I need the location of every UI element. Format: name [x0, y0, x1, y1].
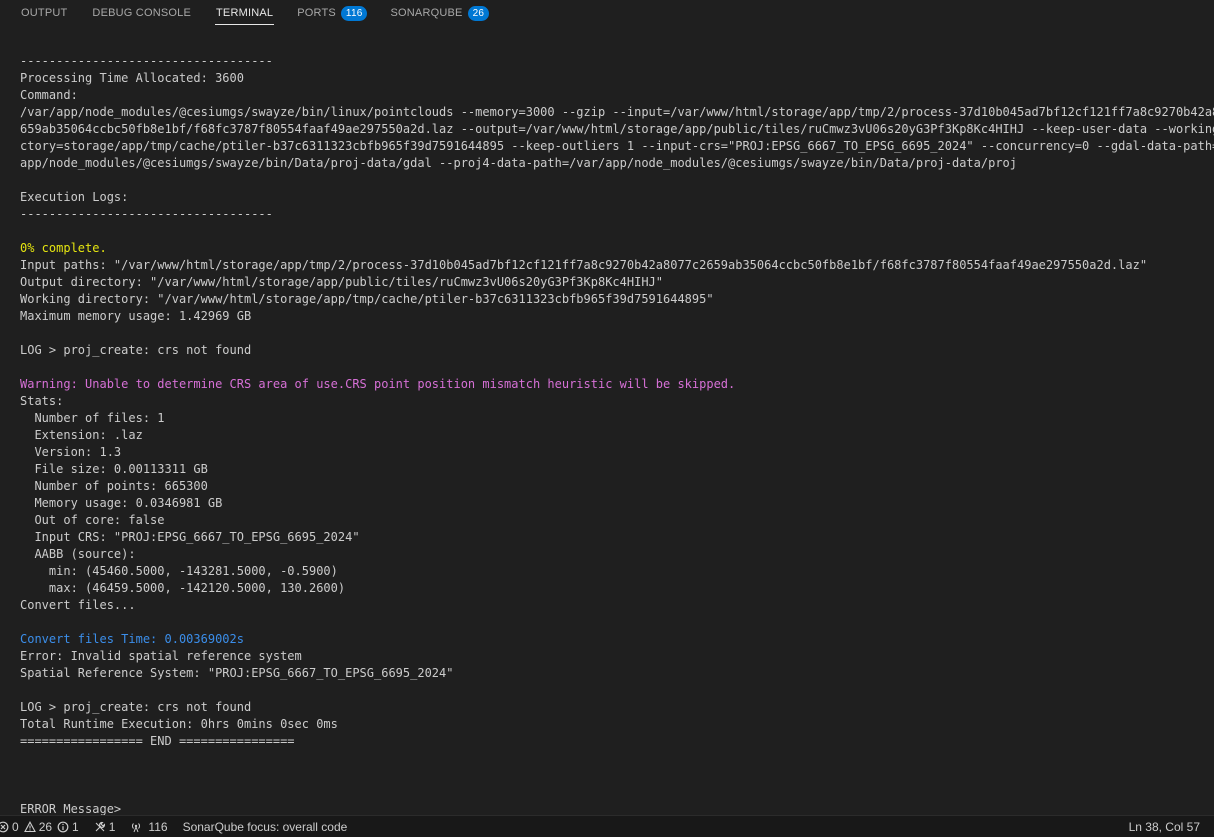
- tab-ports[interactable]: PORTS 116: [296, 0, 368, 26]
- cursor-position: Ln 38, Col 57: [1128, 819, 1200, 834]
- terminal-line: Command:: [20, 88, 78, 102]
- problems-status[interactable]: 0 26 1: [0, 820, 79, 834]
- terminal-line: AABB (source):: [20, 547, 136, 561]
- error-count: 0: [12, 819, 19, 834]
- terminal-line: min: (45460.5000, -143281.5000, -0.5900): [20, 564, 338, 578]
- cursor-position-status[interactable]: Ln 38, Col 57: [1129, 820, 1200, 834]
- tab-terminal-label: TERMINAL: [216, 7, 274, 19]
- sonarqube-count-badge: 26: [467, 5, 490, 21]
- tab-debug-console-label: DEBUG CONSOLE: [92, 7, 191, 19]
- tab-sonarqube[interactable]: SONARQUBE 26: [389, 0, 490, 26]
- info-count: 1: [72, 819, 79, 834]
- terminal-line: ================= END ================: [20, 734, 295, 748]
- terminal-line: LOG > proj_create: crs not found: [20, 700, 252, 714]
- terminal-line: Number of files: 1: [20, 411, 165, 425]
- sonarqube-focus-label: SonarQube focus: overall code: [182, 819, 348, 834]
- terminal-line: Output directory: "/var/www/html/storage…: [20, 275, 663, 289]
- tab-sonarqube-label: SONARQUBE: [390, 7, 463, 19]
- broadcast-icon: [132, 822, 141, 832]
- terminal-line: Version: 1.3: [20, 445, 122, 459]
- tools-icon: [95, 821, 105, 831]
- terminal-line: Execution Logs:: [20, 190, 129, 204]
- ports-status[interactable]: 116: [130, 819, 168, 834]
- terminal-line: Number of points: 665300: [20, 479, 208, 493]
- terminal-line: Memory usage: 0.0346981 GB: [20, 496, 223, 510]
- tab-ports-label: PORTS: [297, 7, 336, 19]
- ports-count: 116: [148, 819, 168, 834]
- terminal-line: -----------------------------------: [20, 54, 273, 68]
- tools-status[interactable]: 1: [94, 819, 116, 834]
- terminal-output[interactable]: ----------------------------------- Proce…: [20, 53, 1214, 815]
- terminal-line: Convert files Time: 0.00369002s: [20, 632, 244, 646]
- info-icon: [57, 821, 69, 832]
- sonarqube-focus-status[interactable]: SonarQube focus: overall code: [183, 820, 348, 834]
- terminal-line: Total Runtime Execution: 0hrs 0mins 0sec…: [20, 717, 338, 731]
- terminal-line: -----------------------------------: [20, 207, 273, 221]
- tab-output[interactable]: OUTPUT: [20, 0, 68, 26]
- status-bar: 0 26 1 1 116 SonarQube focus: overall co…: [0, 815, 1214, 837]
- warning-icon: [23, 820, 36, 832]
- tools-count: 1: [108, 819, 116, 834]
- terminal-line: LOG > proj_create: crs not found: [20, 343, 252, 357]
- terminal-line: Working directory: "/var/www/html/storag…: [20, 292, 714, 306]
- terminal-line: 0% complete.: [20, 241, 107, 255]
- terminal-line: /var/app/node_modules/@cesiumgs/swayze/b…: [20, 105, 1214, 119]
- terminal-line: File size: 0.00113311 GB: [20, 462, 208, 476]
- tab-debug-console[interactable]: DEBUG CONSOLE: [91, 0, 192, 26]
- tab-output-label: OUTPUT: [21, 7, 68, 19]
- panel-tab-bar: OUTPUT DEBUG CONSOLE TERMINAL PORTS 116 S…: [0, 0, 1214, 26]
- terminal-line: Extension: .laz: [20, 428, 143, 442]
- ports-count-badge: 116: [340, 5, 368, 21]
- terminal-line: Maximum memory usage: 1.42969 GB: [20, 309, 252, 323]
- terminal-line: Out of core: false: [20, 513, 165, 527]
- terminal-line: Input CRS: "PROJ:EPSG_6667_TO_EPSG_6695_…: [20, 530, 360, 544]
- terminal-line: ERROR Message>: [20, 802, 122, 815]
- terminal-line: Processing Time Allocated: 3600: [20, 71, 244, 85]
- terminal-line: 659ab35064ccbc50fb8e1bf/f68fc3787f80554f…: [20, 122, 1214, 136]
- error-icon: [0, 821, 9, 832]
- terminal-line: app/node_modules/@cesiumgs/swayze/bin/Da…: [20, 156, 1017, 170]
- terminal-line: Input paths: "/var/www/html/storage/app/…: [20, 258, 1148, 272]
- terminal-line: max: (46459.5000, -142120.5000, 130.2600…: [20, 581, 346, 595]
- warning-count: 26: [38, 819, 53, 834]
- terminal-line: Spatial Reference System: "PROJ:EPSG_666…: [20, 666, 454, 680]
- terminal-line: Warning: Unable to determine CRS area of…: [20, 377, 736, 391]
- terminal-line: Stats:: [20, 394, 64, 408]
- terminal-line: Error: Invalid spatial reference system: [20, 649, 302, 663]
- terminal-line: ctory=storage/app/tmp/cache/ptiler-b37c6…: [20, 139, 1214, 153]
- terminal-line: Convert files...: [20, 598, 136, 612]
- tab-terminal[interactable]: TERMINAL: [215, 0, 275, 26]
